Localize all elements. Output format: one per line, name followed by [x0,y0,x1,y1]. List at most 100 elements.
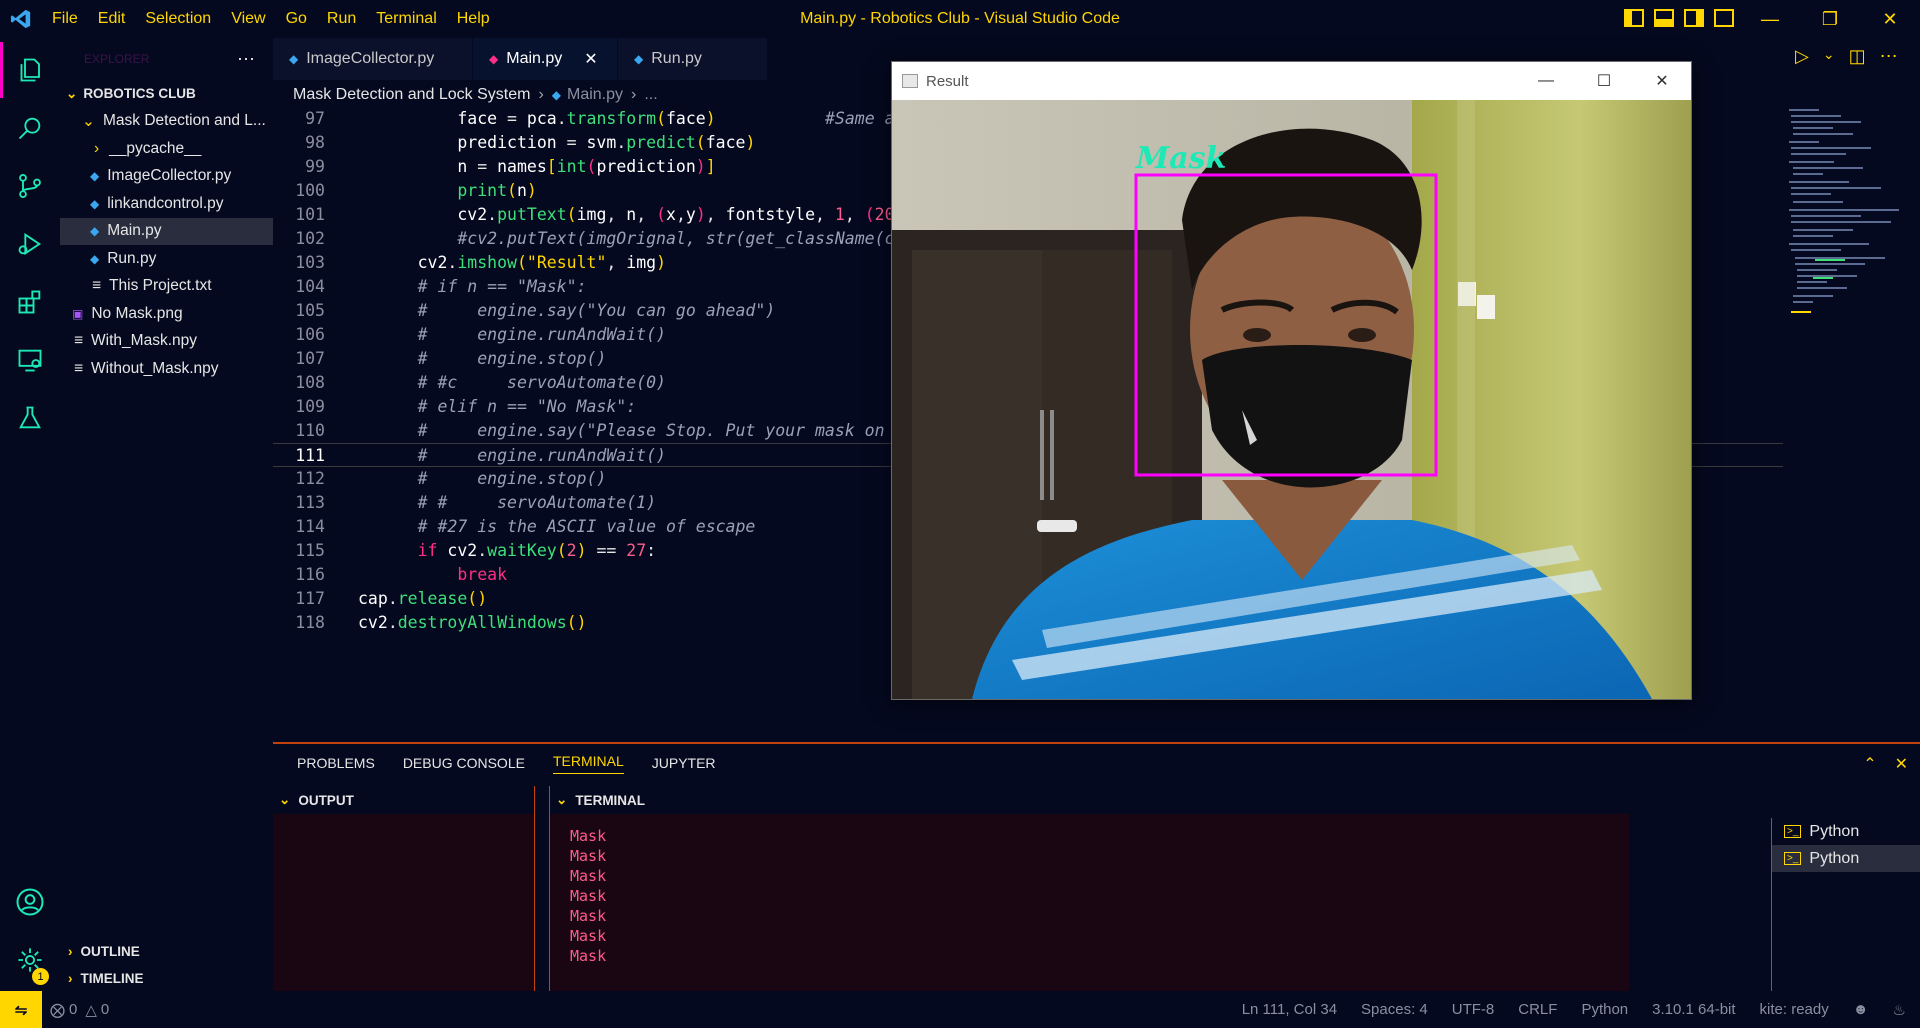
window-controls: — ❐ ✕ [1740,0,1920,38]
extensions-icon[interactable] [0,274,60,330]
minimize-icon[interactable]: — [1517,62,1575,100]
kite-status[interactable]: kite: ready [1760,1001,1829,1018]
tree-item-imagecollector[interactable]: ◆ ImageCollector.py [60,163,273,191]
title-bar: File Edit Selection View Go Run Terminal… [0,0,1920,38]
tree-item-pycache[interactable]: › __pycache__ [60,135,273,163]
toggle-secondary-sidebar-icon[interactable] [1684,9,1704,27]
explorer-title: EXPLORER [84,52,150,66]
breadcrumb-folder[interactable]: Mask Detection and Lock System [293,86,530,104]
output-header[interactable]: ⌄ OUTPUT [273,786,534,814]
testing-icon[interactable] [0,390,60,446]
tab-imagecollector[interactable]: ◆ ImageCollector.py [273,38,473,80]
tab-debug-console[interactable]: DEBUG CONSOLE [403,755,525,771]
maximize-icon[interactable]: ☐ [1575,62,1633,100]
terminal-output-line: Mask [570,907,607,925]
tab-main[interactable]: ◆ Main.py ✕ [473,38,618,80]
tree-item-main[interactable]: ◆ Main.py [60,217,273,245]
menu-view[interactable]: View [221,0,275,38]
terminal-icon: >_ [1784,852,1802,865]
settings-badge: 1 [32,968,49,985]
menu-go[interactable]: Go [276,0,317,38]
close-icon[interactable]: ✕ [1633,62,1691,100]
chevron-right-icon: › [68,971,73,986]
tree-item-linkandcontrol[interactable]: ◆ linkandcontrol.py [60,190,273,218]
python-interpreter[interactable]: 3.10.1 64-bit [1652,1001,1735,1018]
python-file-icon: ◆ [90,169,100,184]
outline-section[interactable]: › OUTLINE [60,938,273,965]
terminal-section[interactable]: ⌄ TERMINAL Mask Mask Mask Mask Mask Mask… [549,786,1629,993]
close-panel-icon[interactable]: ✕ [1895,754,1908,774]
result-window[interactable]: Result — ☐ ✕ Mask [891,61,1692,700]
remote-explorer-icon[interactable] [0,332,60,388]
chevron-right-icon: › [68,944,73,959]
run-debug-icon[interactable] [0,216,60,272]
menu-file[interactable]: File [42,0,88,38]
terminal-output-line: Mask [570,867,607,885]
tree-item-this-project[interactable]: ≡ This Project.txt [60,273,273,301]
close-tab-icon[interactable]: ✕ [584,49,597,69]
terminal-output-line: Mask [570,827,607,845]
editor-actions: ▷ ⌄ ◫ ⋯ [1795,46,1898,67]
minimize-icon[interactable]: — [1740,0,1800,38]
cursor-position[interactable]: Ln 111, Col 34 [1242,1001,1337,1018]
bottom-panel: PROBLEMS DEBUG CONSOLE TERMINAL JUPYTER … [273,742,1920,993]
terminal-output-line: Mask [570,927,607,945]
tab-problems[interactable]: PROBLEMS [297,755,375,771]
workspace-root[interactable]: ⌄ ROBOTICS CLUB [60,80,273,108]
maximize-panel-icon[interactable]: ⌃ [1863,754,1876,774]
toggle-sidebar-icon[interactable] [1624,9,1644,27]
terminal-header[interactable]: ⌄ TERMINAL [550,786,1629,814]
customize-layout-icon[interactable] [1714,9,1734,27]
settings-gear-icon[interactable]: 1 [0,932,60,988]
menu-edit[interactable]: Edit [88,0,136,38]
folder-mask-detection[interactable]: ⌄ Mask Detection and L... [60,108,273,136]
toggle-panel-icon[interactable] [1654,9,1674,27]
warning-count[interactable]: 0 [101,1001,109,1018]
search-icon[interactable] [0,100,60,156]
panel-controls: ⌃ ✕ [1863,754,1908,774]
menu-bar: File Edit Selection View Go Run Terminal… [42,0,500,38]
encoding[interactable]: UTF-8 [1452,1001,1495,1018]
more-actions-icon[interactable]: ⋯ [1880,46,1898,67]
tree-item-run[interactable]: ◆ Run.py [60,245,273,273]
tab-terminal[interactable]: TERMINAL [552,753,624,774]
remote-indicator-icon[interactable]: ⇋ [0,991,42,1028]
menu-selection[interactable]: Selection [135,0,221,38]
python-file-icon: ◆ [289,52,299,66]
tree-item-without-mask[interactable]: ≡ Without_Mask.npy [60,355,273,383]
feedback-icon[interactable]: ☻ [1853,1001,1869,1018]
terminal-instance-python-active[interactable]: >_ Python [1772,845,1920,872]
explorer-header: EXPLORER ⋯ [60,38,273,80]
breadcrumb-file[interactable]: Main.py [567,86,623,104]
account-icon[interactable] [0,874,60,930]
errors-icon[interactable]: ⨂ [50,1001,65,1019]
error-count[interactable]: 0 [69,1001,77,1018]
explorer-icon[interactable] [0,42,60,98]
chevron-right-icon: › [94,139,100,157]
terminal-instance-python[interactable]: >_ Python [1772,818,1920,845]
menu-run[interactable]: Run [317,0,366,38]
menu-terminal[interactable]: Terminal [366,0,446,38]
tab-run[interactable]: ◆ Run.py [618,38,768,80]
python-file-icon: ◆ [90,196,100,211]
tab-jupyter[interactable]: JUPYTER [652,755,716,771]
close-icon[interactable]: ✕ [1860,0,1920,38]
warning-icon[interactable]: △ [85,1001,97,1019]
split-editor-icon[interactable]: ◫ [1849,46,1866,67]
source-control-icon[interactable] [0,158,60,214]
line-endings[interactable]: CRLF [1518,1001,1557,1018]
breadcrumb-symbol[interactable]: ... [644,86,657,104]
tree-item-no-mask-png[interactable]: ▣ No Mask.png [60,300,273,328]
window-app-icon [902,74,918,88]
timeline-section[interactable]: › TIMELINE [60,965,273,992]
indentation[interactable]: Spaces: 4 [1361,1001,1428,1018]
menu-help[interactable]: Help [447,0,500,38]
run-file-icon[interactable]: ▷ [1795,46,1809,67]
notifications-bell-icon[interactable]: ♨ [1893,1001,1906,1019]
minimap[interactable] [1785,107,1905,367]
restore-icon[interactable]: ❐ [1800,0,1860,38]
tree-item-with-mask[interactable]: ≡ With_Mask.npy [60,328,273,356]
chevron-down-icon[interactable]: ⌄ [1823,46,1835,67]
more-actions-icon[interactable]: ⋯ [237,49,255,70]
language-mode[interactable]: Python [1581,1001,1628,1018]
